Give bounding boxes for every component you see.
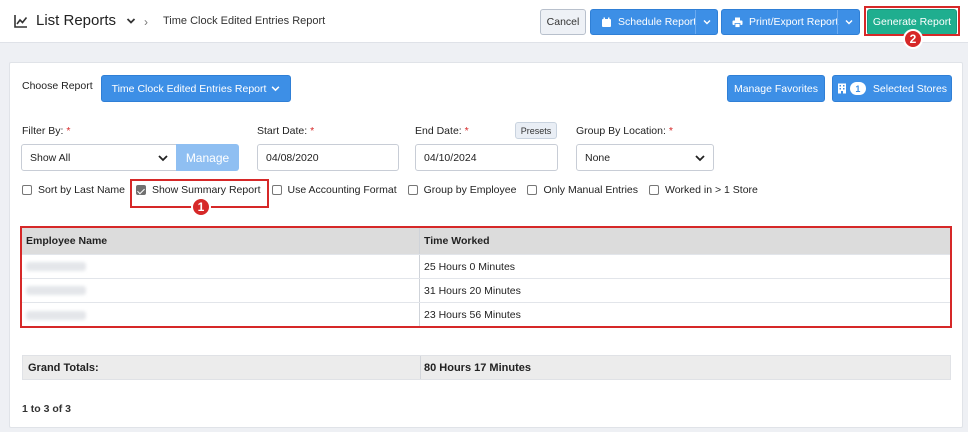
page-title: List Reports bbox=[36, 12, 117, 29]
selected-stores-button[interactable]: 1 Selected Stores bbox=[832, 75, 952, 102]
printer-icon bbox=[732, 17, 743, 28]
grand-totals-label: Grand Totals: bbox=[23, 356, 421, 379]
presets-button[interactable]: Presets bbox=[515, 122, 557, 139]
checkbox[interactable] bbox=[649, 185, 659, 195]
schedule-dropdown-toggle[interactable] bbox=[695, 10, 717, 34]
option-only-manual-entries[interactable]: Only Manual Entries bbox=[527, 184, 638, 196]
choose-report-dropdown[interactable]: Time Clock Edited Entries Report bbox=[101, 75, 291, 102]
cancel-button[interactable]: Cancel bbox=[540, 9, 586, 35]
highlight-report-table bbox=[20, 226, 952, 328]
manage-button[interactable]: Manage bbox=[176, 144, 239, 171]
pagination-summary: 1 to 3 of 3 bbox=[22, 403, 72, 415]
chevron-down-icon bbox=[158, 155, 168, 162]
checkbox[interactable] bbox=[527, 185, 538, 195]
callout-badge-1: 1 bbox=[191, 197, 211, 217]
grand-totals-row: Grand Totals: 80 Hours 17 Minutes bbox=[22, 355, 951, 380]
schedule-report-label: Schedule Report bbox=[618, 16, 697, 28]
filter-by-label: Filter By: * bbox=[22, 125, 71, 137]
grand-totals-value: 80 Hours 17 Minutes bbox=[424, 361, 531, 374]
filter-by-value: Show All bbox=[30, 151, 71, 164]
checkbox[interactable] bbox=[271, 185, 282, 195]
option-group-by-employee[interactable]: Group by Employee bbox=[407, 184, 516, 196]
chevron-down-icon bbox=[695, 155, 705, 162]
end-date-label: End Date: * bbox=[415, 125, 469, 137]
manage-favorites-button[interactable]: Manage Favorites bbox=[727, 75, 825, 102]
line-chart-icon bbox=[14, 14, 28, 28]
list-reports-menu[interactable]: List Reports bbox=[14, 12, 136, 29]
choose-report-label: Choose Report bbox=[22, 80, 93, 92]
start-date-label: Start Date: * bbox=[257, 125, 315, 137]
selected-stores-label: Selected Stores bbox=[872, 82, 948, 95]
chevron-down-icon bbox=[703, 20, 710, 25]
start-date-input[interactable]: 04/08/2020 bbox=[257, 144, 399, 171]
chevron-down-icon bbox=[126, 17, 136, 24]
print-export-button[interactable]: Print/Export Report bbox=[721, 9, 860, 35]
end-date-input[interactable]: 04/10/2024 bbox=[415, 144, 558, 171]
chevron-down-icon bbox=[272, 86, 280, 92]
top-bar: List Reports › Time Clock Edited Entries… bbox=[0, 0, 968, 43]
option-worked-in-multiple-stores[interactable]: Worked in > 1 Store bbox=[649, 184, 758, 196]
option-use-accounting-format[interactable]: Use Accounting Format bbox=[271, 184, 397, 196]
selected-report-label: Time Clock Edited Entries Report bbox=[111, 82, 267, 95]
chevron-down-icon bbox=[845, 20, 852, 25]
schedule-report-button[interactable]: Schedule Report bbox=[590, 9, 718, 35]
breadcrumb-separator-icon: › bbox=[144, 15, 148, 29]
group-by-location-label: Group By Location: * bbox=[576, 125, 673, 137]
breadcrumb: Time Clock Edited Entries Report bbox=[163, 15, 326, 27]
print-export-label: Print/Export Report bbox=[749, 16, 839, 28]
callout-badge-2: 2 bbox=[903, 29, 923, 49]
stores-count-badge: 1 bbox=[849, 82, 866, 95]
building-icon bbox=[837, 83, 846, 94]
group-by-location-value: None bbox=[585, 151, 611, 164]
option-sort-by-last-name[interactable]: Sort by Last Name bbox=[22, 184, 125, 196]
calendar-icon bbox=[602, 17, 611, 27]
checkbox[interactable] bbox=[22, 185, 32, 195]
group-by-location-select[interactable]: None bbox=[576, 144, 714, 171]
filter-by-select[interactable]: Show All bbox=[21, 144, 177, 171]
print-dropdown-toggle[interactable] bbox=[837, 10, 859, 34]
checkbox[interactable] bbox=[407, 185, 418, 195]
